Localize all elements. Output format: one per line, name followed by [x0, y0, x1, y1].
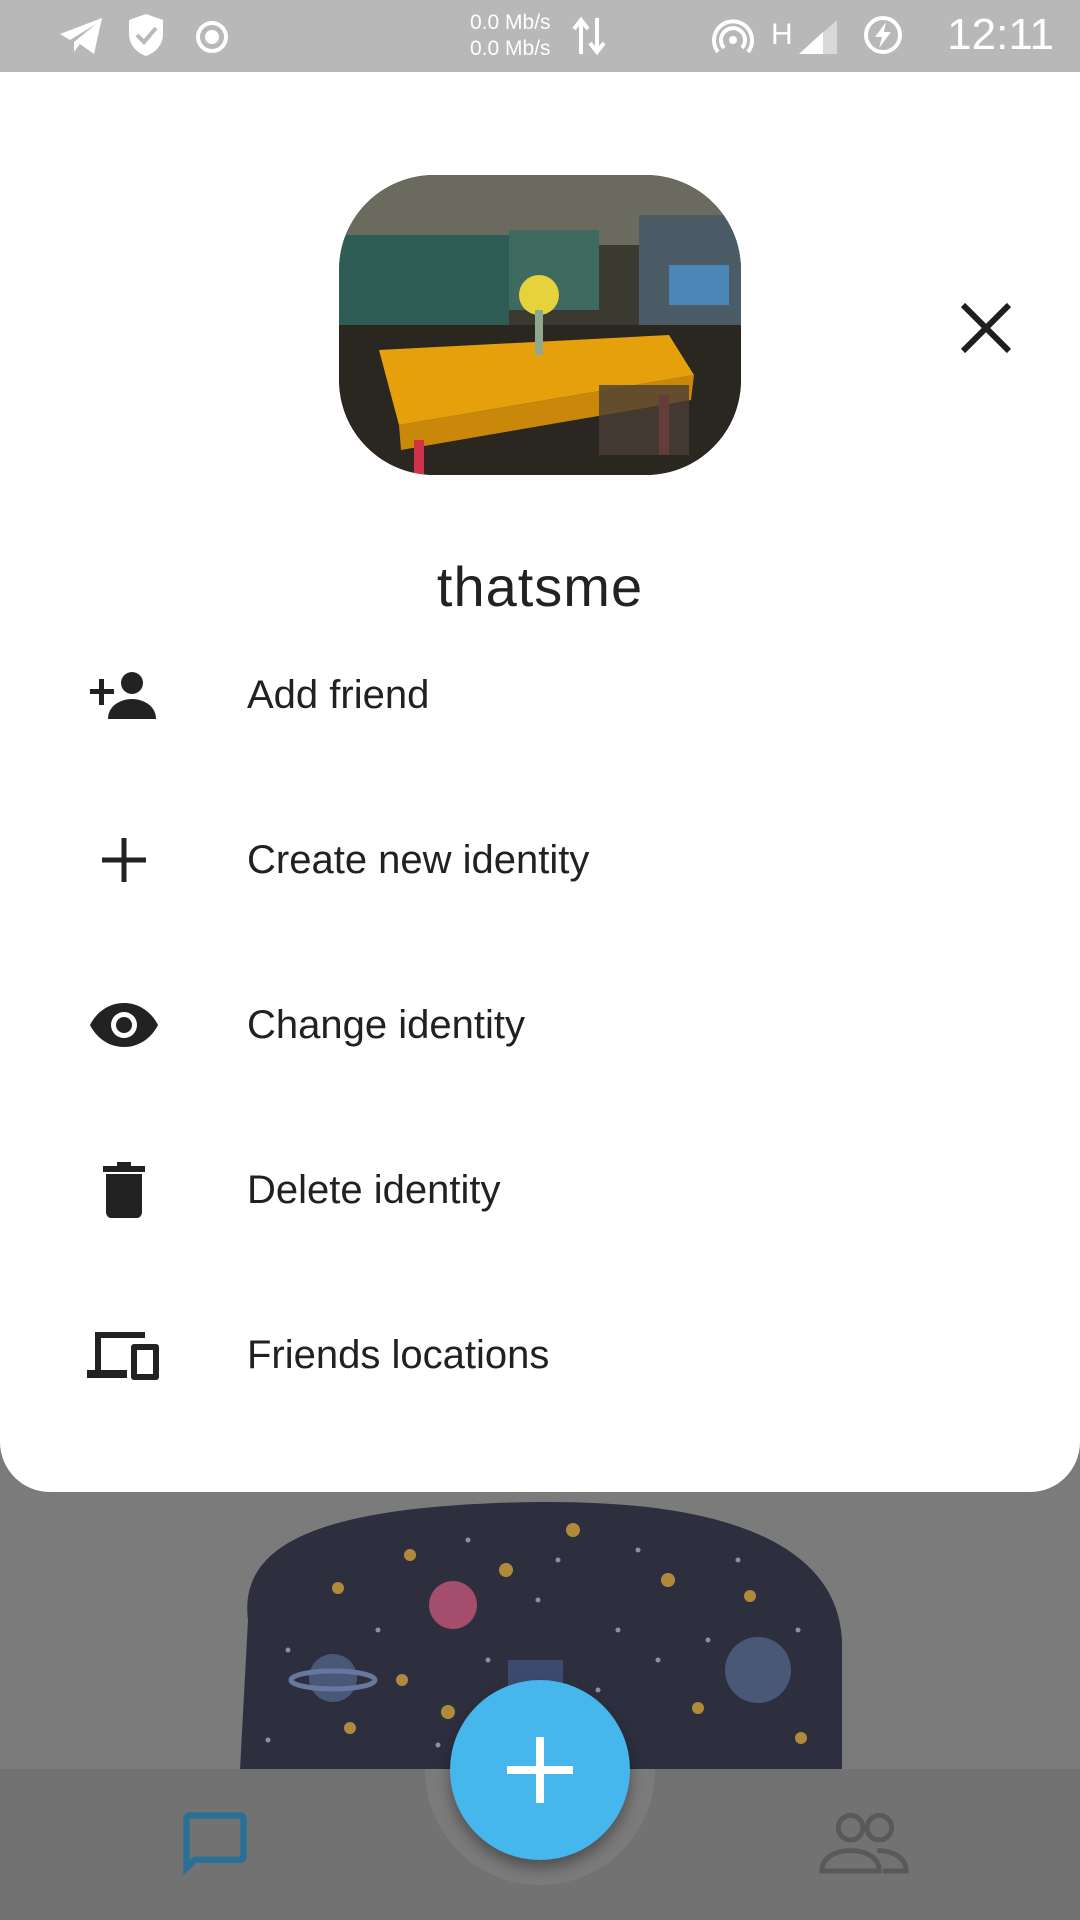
network-speed: 0.0 Mb/s 0.0 Mb/s	[470, 10, 551, 62]
status-bar: 0.0 Mb/s 0.0 Mb/s H 12:11	[0, 0, 1080, 72]
people-icon	[819, 1812, 909, 1874]
record-icon	[196, 21, 228, 53]
profile-sheet: thatsme Add friend Create new identity C…	[0, 72, 1080, 1492]
chat-tab[interactable]	[176, 1806, 254, 1887]
chat-icon	[183, 1812, 247, 1876]
trash-icon	[84, 1150, 164, 1230]
person-add-icon	[84, 655, 164, 735]
devices-icon	[84, 1315, 164, 1395]
profile-photo	[339, 175, 741, 475]
profile-username: thatsme	[436, 555, 644, 618]
menu-item-label: Friends locations	[247, 1332, 550, 1377]
telegram-icon	[60, 18, 102, 54]
close-button[interactable]	[950, 292, 1022, 364]
add-fab-button[interactable]	[450, 1680, 630, 1860]
friends-tab[interactable]	[818, 1812, 910, 1879]
menu-item-friends-locations[interactable]: Friends locations	[0, 1280, 1080, 1430]
plus-icon	[84, 820, 164, 900]
signal-icon	[799, 20, 837, 54]
menu-item-label: Add friend	[247, 672, 430, 717]
upload-speed: 0.0 Mb/s	[470, 11, 551, 34]
battery-charging-icon	[864, 16, 902, 54]
menu-item-label: Change identity	[247, 1002, 525, 1047]
close-icon	[960, 302, 1012, 354]
download-speed: 0.0 Mb/s	[470, 37, 551, 60]
menu-item-label: Delete identity	[247, 1167, 501, 1212]
clock: 12:11	[947, 10, 1054, 59]
menu-item-delete-identity[interactable]: Delete identity	[0, 1115, 1080, 1265]
network-type: H	[771, 18, 793, 51]
menu-item-label: Create new identity	[247, 837, 590, 882]
eye-icon	[84, 985, 164, 1065]
plus-icon	[507, 1737, 573, 1803]
shield-check-icon	[129, 14, 163, 56]
hotspot-icon	[712, 19, 754, 54]
menu-item-change-identity[interactable]: Change identity	[0, 950, 1080, 1100]
menu-item-create-identity[interactable]: Create new identity	[0, 785, 1080, 935]
profile-avatar[interactable]	[339, 175, 741, 475]
data-transfer-icon	[572, 16, 606, 56]
menu-item-add-friend[interactable]: Add friend	[0, 620, 1080, 770]
